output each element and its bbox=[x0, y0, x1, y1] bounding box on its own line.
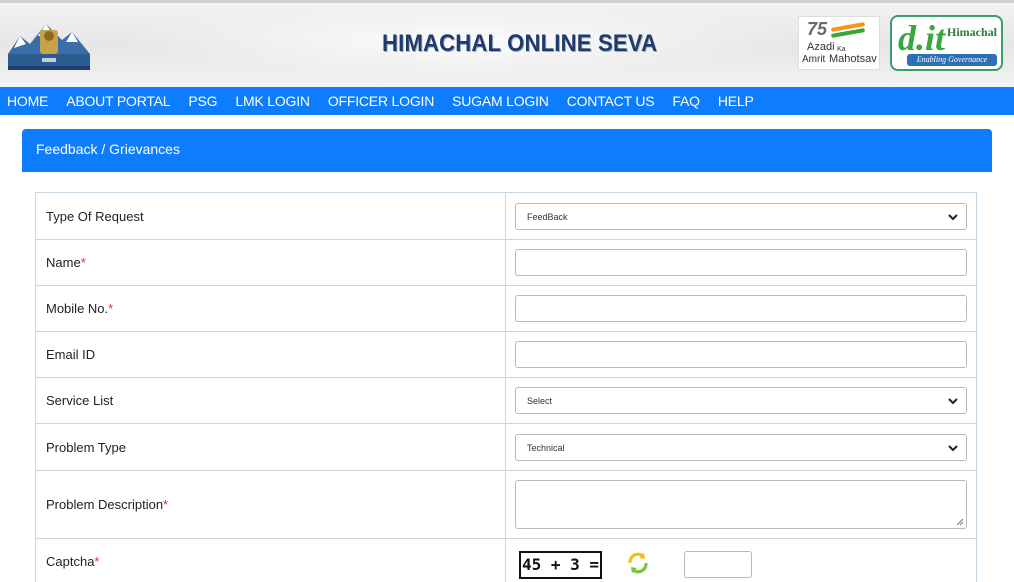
email-cell bbox=[505, 331, 977, 378]
azadi-ka-amrit-mahotsav-logo: 75 Azadi Ka Amrit Mahotsav bbox=[798, 16, 880, 70]
required-asterisk: * bbox=[80, 255, 86, 270]
problem-description-label: Problem Description* bbox=[35, 470, 506, 539]
azadi-logo-text: Azadi bbox=[807, 41, 835, 53]
resize-grip-icon[interactable] bbox=[956, 518, 964, 526]
service-list-select[interactable]: Select bbox=[515, 387, 967, 414]
required-asterisk: * bbox=[108, 301, 114, 316]
email-label: Email ID bbox=[35, 331, 506, 378]
captcha-wrap: 45 + 3 = bbox=[506, 541, 976, 582]
form-row-problem-description: Problem Description* bbox=[35, 470, 977, 539]
nav-contact-us[interactable]: CONTACT US bbox=[567, 93, 655, 109]
form-row-problem-type: Problem Type Technical bbox=[35, 423, 977, 471]
form-row-service-list: Service List Select bbox=[35, 377, 977, 424]
mobile-label: Mobile No.* bbox=[35, 285, 506, 332]
type-of-request-label: Type Of Request bbox=[35, 192, 506, 240]
problem-description-cell bbox=[505, 470, 977, 539]
service-list-value: Select bbox=[527, 396, 553, 406]
mobile-input[interactable] bbox=[515, 295, 967, 322]
azadi-logo-text-amrit: Amrit bbox=[802, 54, 826, 65]
nav-help[interactable]: HELP bbox=[718, 93, 754, 109]
chevron-down-icon bbox=[948, 213, 958, 220]
nav-lmk-login[interactable]: LMK LOGIN bbox=[235, 93, 310, 109]
nav-psg[interactable]: PSG bbox=[188, 93, 217, 109]
azadi-logo-text-ka: Ka bbox=[837, 46, 846, 53]
dit-logo-mark: d.it bbox=[898, 18, 946, 58]
type-of-request-value: FeedBack bbox=[527, 211, 568, 222]
mobile-cell bbox=[505, 285, 977, 332]
form-row-type-of-request: Type Of Request FeedBack bbox=[35, 192, 977, 240]
feedback-form: Type Of Request FeedBack Name* Mobile No… bbox=[35, 192, 977, 582]
header-top-line bbox=[0, 0, 1014, 3]
nav-officer-login[interactable]: OFFICER LOGIN bbox=[328, 93, 434, 109]
main-nav: HOME ABOUT PORTAL PSG LMK LOGIN OFFICER … bbox=[0, 87, 1014, 115]
service-list-label: Service List bbox=[35, 377, 506, 424]
type-of-request-select[interactable]: FeedBack bbox=[515, 202, 967, 230]
name-input[interactable] bbox=[515, 249, 967, 276]
azadi-logo-number: 75 bbox=[807, 19, 828, 39]
form-row-mobile: Mobile No.* bbox=[35, 285, 977, 332]
required-asterisk: * bbox=[163, 497, 169, 512]
form-row-email: Email ID bbox=[35, 331, 977, 378]
mobile-label-text: Mobile No. bbox=[46, 301, 109, 316]
panel-title: Feedback / Grievances bbox=[22, 129, 992, 172]
azadi-logo-text-mahotsav: Mahotsav bbox=[829, 53, 877, 65]
himachal-emblem-icon[interactable] bbox=[6, 14, 92, 72]
service-list-cell: Select bbox=[505, 377, 977, 424]
site-title: HIMACHAL ONLINE SEVA bbox=[382, 30, 658, 57]
problem-type-select[interactable]: Technical bbox=[515, 433, 967, 461]
name-label-text: Name bbox=[46, 255, 81, 270]
problem-type-label: Problem Type bbox=[35, 423, 506, 471]
nav-faq[interactable]: FAQ bbox=[672, 93, 700, 109]
refresh-icon[interactable] bbox=[626, 551, 650, 575]
form-row-captcha: Captcha* 45 + 3 = bbox=[35, 538, 977, 582]
captcha-label: Captcha* bbox=[35, 538, 506, 582]
site-header: HIMACHAL ONLINE SEVA 75 Azadi Ka Amrit M… bbox=[0, 0, 1014, 87]
problem-type-cell: Technical bbox=[505, 423, 977, 471]
problem-description-textarea[interactable] bbox=[515, 480, 967, 529]
dit-logo-state: Himachal bbox=[947, 25, 997, 39]
nav-home[interactable]: HOME bbox=[7, 93, 48, 109]
nav-sugam-login[interactable]: SUGAM LOGIN bbox=[452, 93, 549, 109]
email-input[interactable] bbox=[515, 341, 967, 368]
captcha-cell: 45 + 3 = bbox=[505, 538, 977, 582]
name-label: Name* bbox=[35, 239, 506, 286]
nav-about-portal[interactable]: ABOUT PORTAL bbox=[66, 93, 170, 109]
type-of-request-cell: FeedBack bbox=[505, 192, 977, 240]
form-row-name: Name* bbox=[35, 239, 977, 286]
captcha-input[interactable] bbox=[684, 550, 752, 578]
chevron-down-icon bbox=[948, 444, 958, 451]
problem-description-label-text: Problem Description bbox=[46, 497, 164, 512]
chevron-down-icon bbox=[948, 398, 958, 405]
captcha-label-text: Captcha bbox=[46, 554, 95, 569]
problem-type-value: Technical bbox=[527, 442, 565, 453]
dit-himachal-logo: d.it Himachal Enabling Governance bbox=[890, 15, 1003, 71]
name-cell bbox=[505, 239, 977, 286]
required-asterisk: * bbox=[94, 554, 100, 569]
captcha-image: 45 + 3 = bbox=[519, 550, 602, 579]
dit-logo-tagline: Enabling Governance bbox=[907, 54, 997, 66]
